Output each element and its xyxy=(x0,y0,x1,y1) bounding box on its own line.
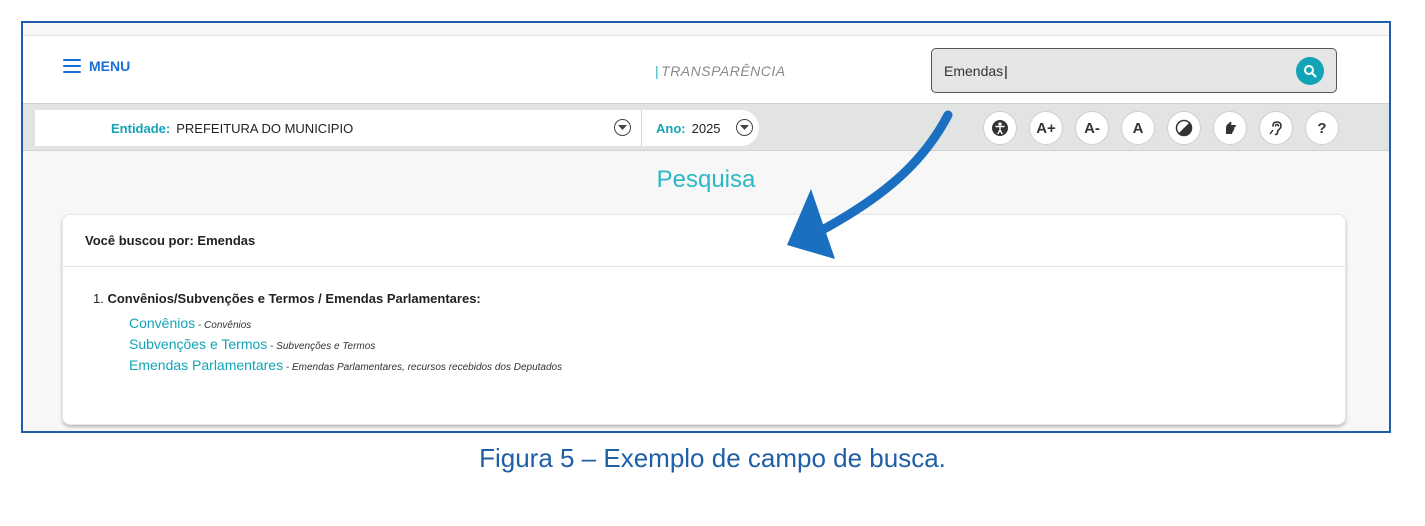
list-item: Emendas Parlamentares - Emendas Parlamen… xyxy=(129,357,562,373)
filter-bar: Entidade: PREFEITURA DO MUNICIPIO Ano: 2… xyxy=(23,103,1389,151)
brand-name: TRANSPARÊNCIA xyxy=(661,63,786,79)
menu-label: MENU xyxy=(89,58,131,74)
decrease-font-button[interactable]: A- xyxy=(1075,111,1109,145)
year-select[interactable]: Ano: 2025 xyxy=(641,110,759,146)
result-link-subvencoes[interactable]: Subvenções e Termos xyxy=(129,336,267,352)
sign-language-icon xyxy=(1226,121,1236,134)
result-number: 1. xyxy=(93,291,104,306)
brand-separator: | xyxy=(655,63,660,79)
hamburger-icon xyxy=(63,59,81,73)
hearing-icon xyxy=(1269,121,1282,136)
entity-value: PREFEITURA DO MUNICIPIO xyxy=(176,120,354,136)
figure-caption: Figura 5 – Exemplo de campo de busca. xyxy=(479,443,946,473)
list-item: Subvenções e Termos - Subvenções e Termo… xyxy=(129,336,375,352)
entity-label: Entidade: xyxy=(111,120,171,136)
top-header: MENU | TRANSPARÊNCIA Emendas xyxy=(23,35,1389,103)
search-icon xyxy=(1304,65,1317,78)
accessibility-icon xyxy=(992,120,1008,136)
result-separator: - xyxy=(283,362,292,373)
help-icon: ? xyxy=(1317,119,1327,137)
year-label: Ano: xyxy=(656,120,686,136)
increase-font-icon: A+ xyxy=(1036,119,1056,137)
page-title: Pesquisa xyxy=(656,166,756,193)
year-value: 2025 xyxy=(691,120,721,136)
contrast-icon xyxy=(1175,119,1193,137)
accessibility-toolbar: A+ A- A ? xyxy=(983,111,1339,145)
menu-button[interactable]: MENU xyxy=(63,58,130,74)
result-description: Convênios xyxy=(204,320,252,331)
result-description: Subvenções e Termos xyxy=(276,341,376,352)
result-separator: - xyxy=(195,320,205,331)
site-brand: | TRANSPARÊNCIA xyxy=(655,63,786,79)
result-separator: - xyxy=(267,341,277,352)
screenshot-frame: MENU |TRANSPARÊNCIA Emendas Entidade: PR… xyxy=(21,21,1391,433)
reset-font-button[interactable]: A xyxy=(1121,111,1155,145)
result-title: Convênios/Subvenções e Termos / Emendas … xyxy=(107,291,481,306)
reset-font-icon: A xyxy=(1132,119,1144,137)
accessibility-button[interactable] xyxy=(983,111,1017,145)
result-link-convenios[interactable]: Convênios xyxy=(129,315,195,331)
result-group-title: 1. Convênios/Subvenções e Termos / Emend… xyxy=(93,291,481,306)
chevron-down-icon[interactable] xyxy=(614,119,631,136)
entity-select[interactable]: Entidade: PREFEITURA DO MUNICIPIO xyxy=(35,110,641,146)
decrease-font-icon: A- xyxy=(1084,119,1100,137)
search-results-card: Você buscou por: Emendas 1. Convênios/Su… xyxy=(62,214,1346,425)
search-input-value[interactable]: Emendas xyxy=(944,63,1008,79)
search-field[interactable]: Emendas xyxy=(931,48,1337,93)
result-link-emendas[interactable]: Emendas Parlamentares xyxy=(129,357,283,373)
chevron-down-icon[interactable] xyxy=(736,119,753,136)
search-summary: Você buscou por: Emendas xyxy=(63,215,1345,267)
list-item: Convênios - Convênios xyxy=(129,315,251,331)
increase-font-button[interactable]: A+ xyxy=(1029,111,1063,145)
hearing-button[interactable] xyxy=(1259,111,1293,145)
help-button[interactable]: ? xyxy=(1305,111,1339,145)
result-description: Emendas Parlamentares, recursos recebido… xyxy=(291,362,563,373)
sign-language-button[interactable] xyxy=(1213,111,1247,145)
contrast-button[interactable] xyxy=(1167,111,1201,145)
search-button[interactable] xyxy=(1296,57,1324,85)
